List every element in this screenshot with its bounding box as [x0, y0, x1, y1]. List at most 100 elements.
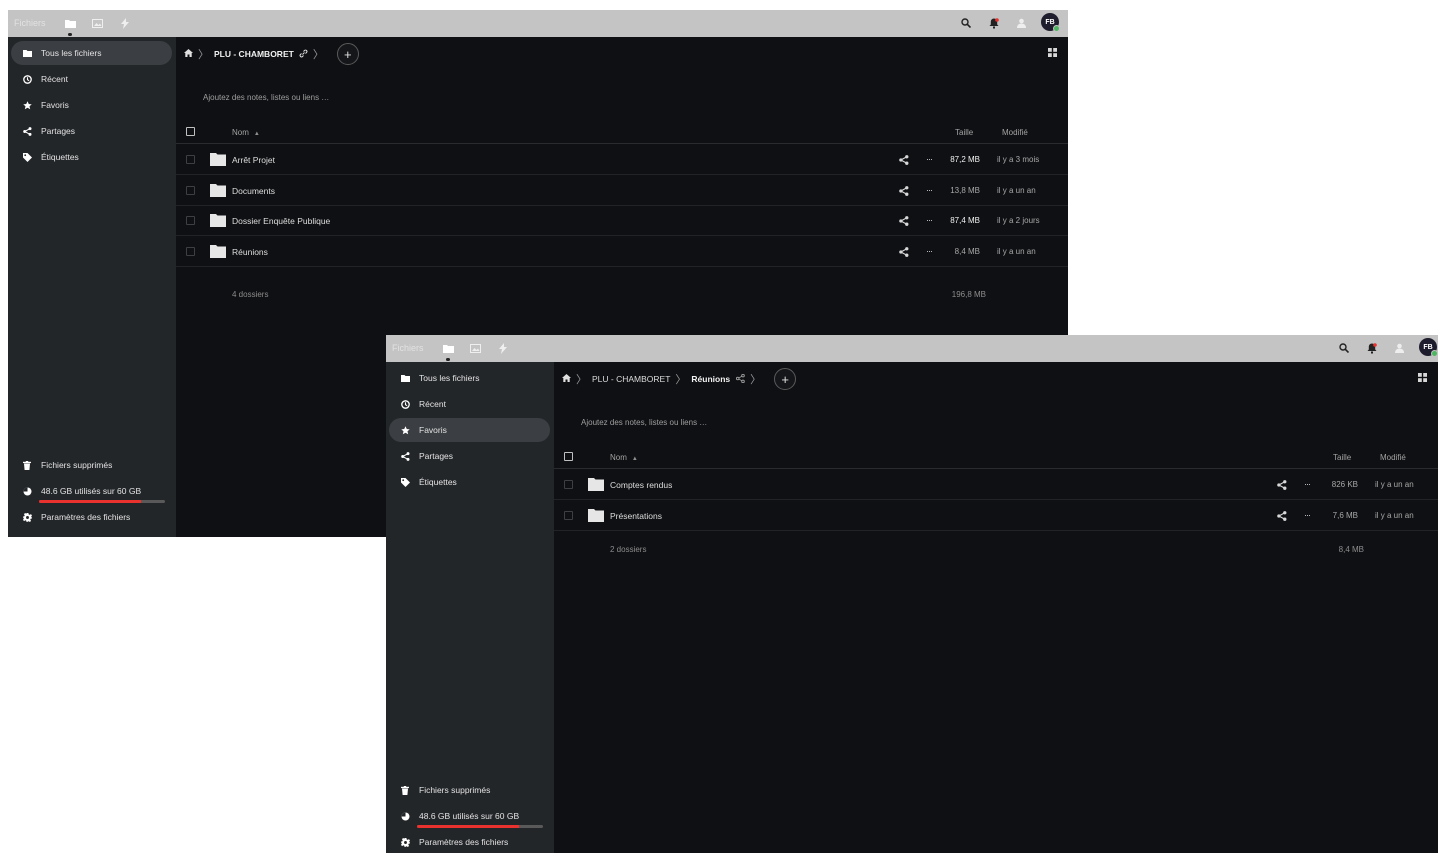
sidebar-item-label: Partages [41, 126, 76, 136]
search-icon[interactable] [1336, 340, 1352, 356]
column-size[interactable]: Taille [955, 128, 973, 137]
file-name[interactable]: Présentations [610, 511, 662, 521]
sidebar-item-label: Favoris [419, 425, 447, 435]
new-button[interactable]: + [336, 43, 359, 65]
activity-app-icon[interactable] [118, 16, 132, 30]
breadcrumb-separator: 〉 [198, 49, 209, 61]
sidebar-item-label: Étiquettes [41, 152, 79, 162]
notifications-icon[interactable] [986, 15, 1002, 31]
sidebar-item-tags[interactable]: Étiquettes [389, 470, 550, 494]
sidebar-item-label: Tous les fichiers [41, 48, 102, 58]
user-avatar[interactable]: FB [1419, 338, 1438, 357]
share-icon[interactable] [1277, 480, 1287, 490]
column-name-label: Nom [232, 128, 249, 137]
share-icon[interactable] [736, 373, 745, 385]
new-button[interactable]: + [774, 368, 797, 390]
grid-view-icon[interactable] [1046, 46, 1058, 58]
share-icon[interactable] [1277, 510, 1287, 521]
photos-app-icon[interactable] [468, 341, 482, 355]
home-icon[interactable] [184, 49, 193, 59]
column-name[interactable]: Nom ▲ [610, 453, 638, 462]
column-size[interactable]: Taille [1333, 453, 1351, 462]
column-name-label: Nom [610, 453, 627, 462]
files-app-icon[interactable] [441, 341, 455, 361]
link-icon[interactable] [299, 49, 308, 60]
status-dot [1431, 350, 1438, 357]
notes-placeholder[interactable]: Ajoutez des notes, listes ou liens … [581, 418, 707, 427]
breadcrumb: 〉 PLU - CHAMBORET 〉 Réunions 〉 + [562, 368, 797, 390]
row-checkbox[interactable] [186, 185, 195, 195]
select-all-checkbox[interactable] [186, 127, 195, 136]
star-icon [21, 99, 33, 111]
files-app-icon[interactable] [63, 16, 77, 36]
sidebar-item-shares[interactable]: Partages [389, 444, 550, 468]
folder-icon [588, 508, 604, 522]
notes-placeholder[interactable]: Ajoutez des notes, listes ou liens … [203, 93, 329, 102]
file-list-main: 〉 PLU - CHAMBORET 〉 Réunions 〉 + Ajoutez… [554, 362, 1438, 853]
contacts-icon[interactable] [1013, 15, 1029, 31]
sidebar-item-label: Étiquettes [419, 477, 457, 487]
sidebar-item-recent[interactable]: Récent [389, 392, 550, 416]
sidebar-item-favorites[interactable]: Favoris [11, 93, 172, 117]
table-row[interactable]: Dossier Enquête Publique ··· 87,4 MB il y a… [176, 206, 1068, 236]
app-brand: Fichiers [392, 343, 424, 353]
top-header: Fichiers FB [8, 10, 1068, 37]
file-name[interactable]: Réunions [232, 247, 268, 257]
sidebar-item-label: Récent [41, 74, 68, 84]
folder-icon [399, 372, 411, 384]
notifications-icon[interactable] [1364, 340, 1380, 356]
sidebar-item-favorites[interactable]: Favoris [389, 418, 550, 442]
table-row[interactable]: Arrêt Projet ··· 87,2 MB il y a 3 mois [176, 145, 1068, 175]
file-modified: il y a un an [1375, 510, 1414, 520]
file-size: 87,4 MB [950, 216, 980, 225]
file-modified: il y a un an [997, 185, 1036, 195]
sidebar-item-label: Paramètres des fichiers [41, 512, 131, 522]
home-icon[interactable] [562, 374, 571, 384]
row-checkbox[interactable] [186, 216, 195, 225]
summary-count: 4 dossiers [232, 290, 269, 299]
contacts-icon[interactable] [1391, 340, 1407, 356]
file-name[interactable]: Documents [232, 186, 275, 196]
share-icon[interactable] [899, 155, 909, 165]
sidebar-item-all-files[interactable]: Tous les fichiers [11, 41, 172, 65]
search-icon[interactable] [958, 15, 974, 31]
sidebar-item-deleted-files[interactable]: Fichiers supprimés [11, 453, 172, 477]
sidebar-item-deleted-files[interactable]: Fichiers supprimés [389, 778, 550, 802]
share-icon[interactable] [899, 185, 909, 196]
grid-view-icon[interactable] [1416, 371, 1428, 383]
row-checkbox[interactable] [186, 246, 195, 256]
breadcrumb-folder[interactable]: PLU - CHAMBORET [214, 49, 294, 59]
activity-app-icon[interactable] [496, 341, 510, 355]
breadcrumb-parent[interactable]: PLU - CHAMBORET [592, 374, 670, 384]
file-name[interactable]: Comptes rendus [610, 480, 672, 490]
select-all-checkbox[interactable] [564, 452, 573, 461]
table-row[interactable]: Comptes rendus ··· 826 KB il y a un an [554, 470, 1438, 500]
row-checkbox[interactable] [564, 510, 573, 520]
file-name[interactable]: Dossier Enquête Publique [232, 216, 330, 226]
share-icon[interactable] [899, 216, 909, 226]
sidebar-item-all-files[interactable]: Tous les fichiers [389, 366, 550, 390]
column-name[interactable]: Nom ▲ [232, 128, 260, 137]
sidebar-item-shares[interactable]: Partages [11, 119, 172, 143]
sidebar-item-file-settings[interactable]: Paramètres des fichiers [389, 830, 550, 853]
star-icon [399, 424, 411, 436]
photos-app-icon[interactable] [90, 16, 104, 30]
sidebar-item-file-settings[interactable]: Paramètres des fichiers [11, 505, 172, 529]
sidebar-item-label: Récent [419, 399, 446, 409]
row-checkbox[interactable] [564, 480, 573, 489]
file-size: 8,4 MB [954, 246, 980, 256]
row-checkbox[interactable] [186, 155, 195, 164]
table-row[interactable]: Documents ··· 13,8 MB il y a un an [176, 176, 1068, 206]
breadcrumb-current[interactable]: Réunions [691, 374, 730, 384]
table-row[interactable]: Présentations ··· 7,6 MB il y a un an [554, 501, 1438, 531]
column-modified[interactable]: Modifié [1002, 128, 1028, 137]
share-icon[interactable] [899, 246, 909, 257]
file-name[interactable]: Arrêt Projet [232, 155, 275, 165]
column-modified[interactable]: Modifié [1380, 453, 1406, 462]
table-row[interactable]: Réunions ··· 8,4 MB il y a un an [176, 237, 1068, 267]
sidebar-item-recent[interactable]: Récent [11, 67, 172, 91]
user-avatar[interactable]: FB [1041, 13, 1060, 32]
top-header: Fichiers FB [386, 335, 1438, 362]
sidebar-item-tags[interactable]: Étiquettes [11, 145, 172, 169]
gear-icon [399, 836, 411, 848]
